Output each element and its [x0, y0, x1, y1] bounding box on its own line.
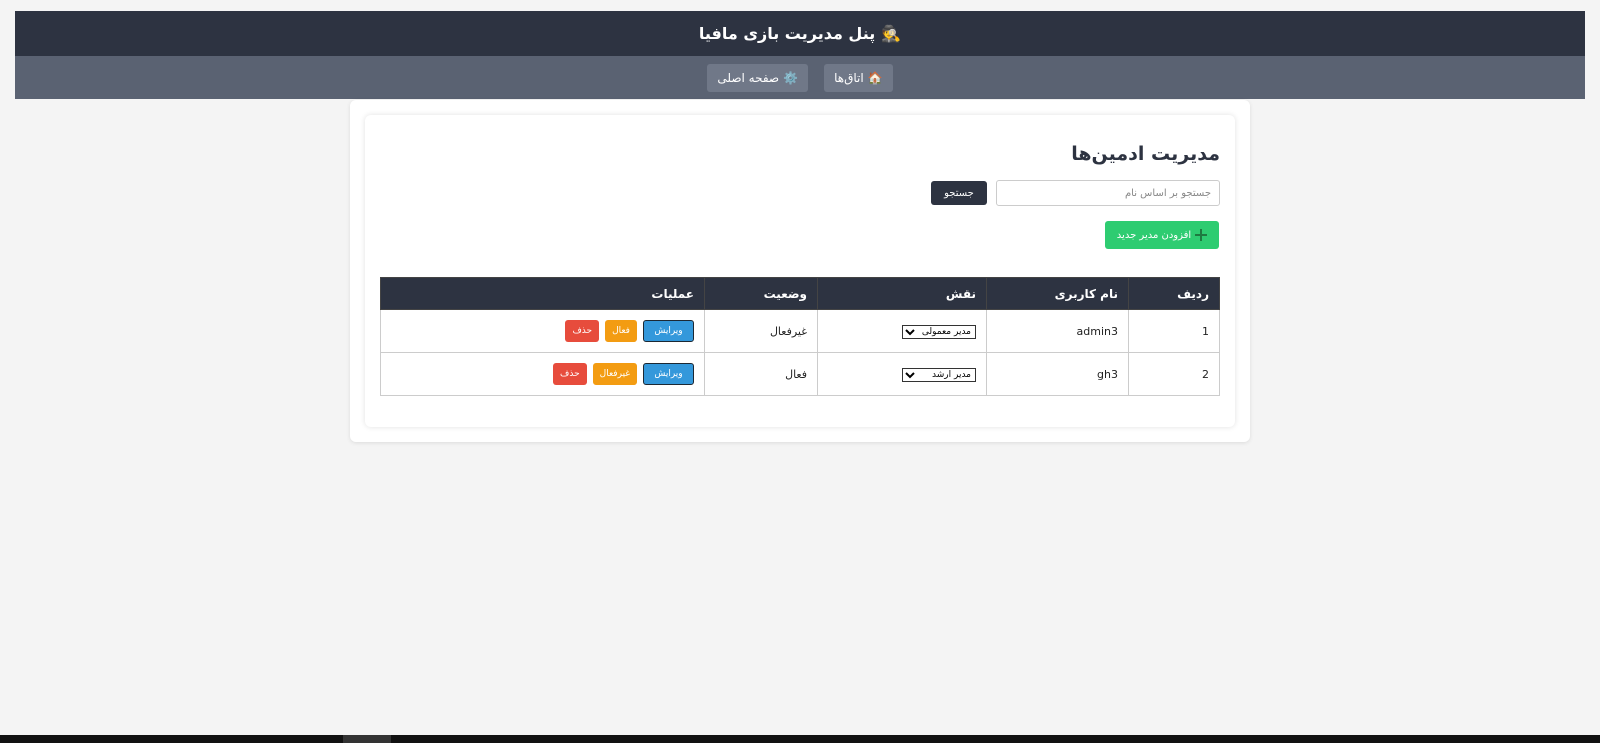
table-row: 2 gh3 مدیر ارشد فعال ویرایش غیرفعال حذف — [380, 352, 1220, 396]
header-username: نام کاربری — [986, 277, 1129, 310]
toggle-status-button[interactable]: غیرفعال — [592, 363, 637, 385]
edit-button[interactable]: ویرایش — [643, 363, 694, 385]
header-index: ردیف — [1128, 277, 1220, 310]
add-admin-label: افزودن مدیر جدید — [1116, 229, 1192, 241]
delete-button[interactable]: حذف — [553, 363, 587, 385]
search-button[interactable]: جستجو — [931, 181, 987, 205]
cell-role: مدیر معمولی — [817, 309, 987, 353]
cell-index: 1 — [1128, 309, 1220, 353]
toggle-status-button[interactable]: فعال — [605, 320, 637, 342]
admin-management-card: مدیریت ادمین‌ها جستجو افزودن مدیر جدید ر… — [365, 115, 1235, 427]
admins-table: ردیف نام کاربری نقش وضعیت عملیات 1 admin… — [380, 277, 1220, 396]
header-role: نقش — [817, 277, 987, 310]
detective-icon: 🕵️ — [881, 24, 902, 43]
taskbar-item[interactable] — [343, 735, 391, 743]
delete-button[interactable]: حذف — [565, 320, 600, 342]
page-title: مدیریت ادمین‌ها — [1071, 143, 1220, 165]
taskbar — [0, 735, 1600, 743]
header-status: وضعیت — [704, 277, 818, 310]
role-select[interactable]: مدیر ارشد — [902, 367, 976, 382]
nav-bar: 🏠 اتاق‌ها ⚙️ صفحه اصلی — [15, 56, 1585, 99]
nav-rooms-button[interactable]: 🏠 اتاق‌ها — [824, 63, 893, 92]
gear-icon: ⚙️ — [783, 70, 799, 85]
cell-actions: ویرایش فعال حذف — [380, 309, 705, 353]
edit-button[interactable]: ویرایش — [643, 320, 694, 342]
cell-actions: ویرایش غیرفعال حذف — [380, 352, 705, 396]
house-icon: 🏠 — [867, 70, 883, 85]
table-row: 1 admin3 مدیر معمولی غیرفعال ویرایش فعال… — [380, 309, 1220, 353]
add-admin-button[interactable]: افزودن مدیر جدید — [1105, 221, 1219, 249]
role-select[interactable]: مدیر معمولی — [902, 324, 976, 339]
app-header: 🕵️ پنل مدیریت بازی مافیا — [15, 11, 1585, 56]
header-actions: عملیات — [380, 277, 705, 310]
cell-index: 2 — [1128, 352, 1220, 396]
nav-rooms-label: اتاق‌ها — [834, 70, 864, 85]
nav-home-label: صفحه اصلی — [717, 70, 780, 85]
plus-icon — [1195, 229, 1208, 241]
cell-status: فعال — [704, 352, 818, 396]
cell-status: غیرفعال — [704, 309, 818, 353]
table-header-row: ردیف نام کاربری نقش وضعیت عملیات — [380, 277, 1220, 310]
app-title: پنل مدیریت بازی مافیا — [698, 24, 876, 43]
cell-role: مدیر ارشد — [817, 352, 987, 396]
nav-home-button[interactable]: ⚙️ صفحه اصلی — [707, 63, 809, 92]
search-input[interactable] — [996, 180, 1220, 206]
cell-username: admin3 — [986, 309, 1129, 353]
cell-username: gh3 — [986, 352, 1129, 396]
